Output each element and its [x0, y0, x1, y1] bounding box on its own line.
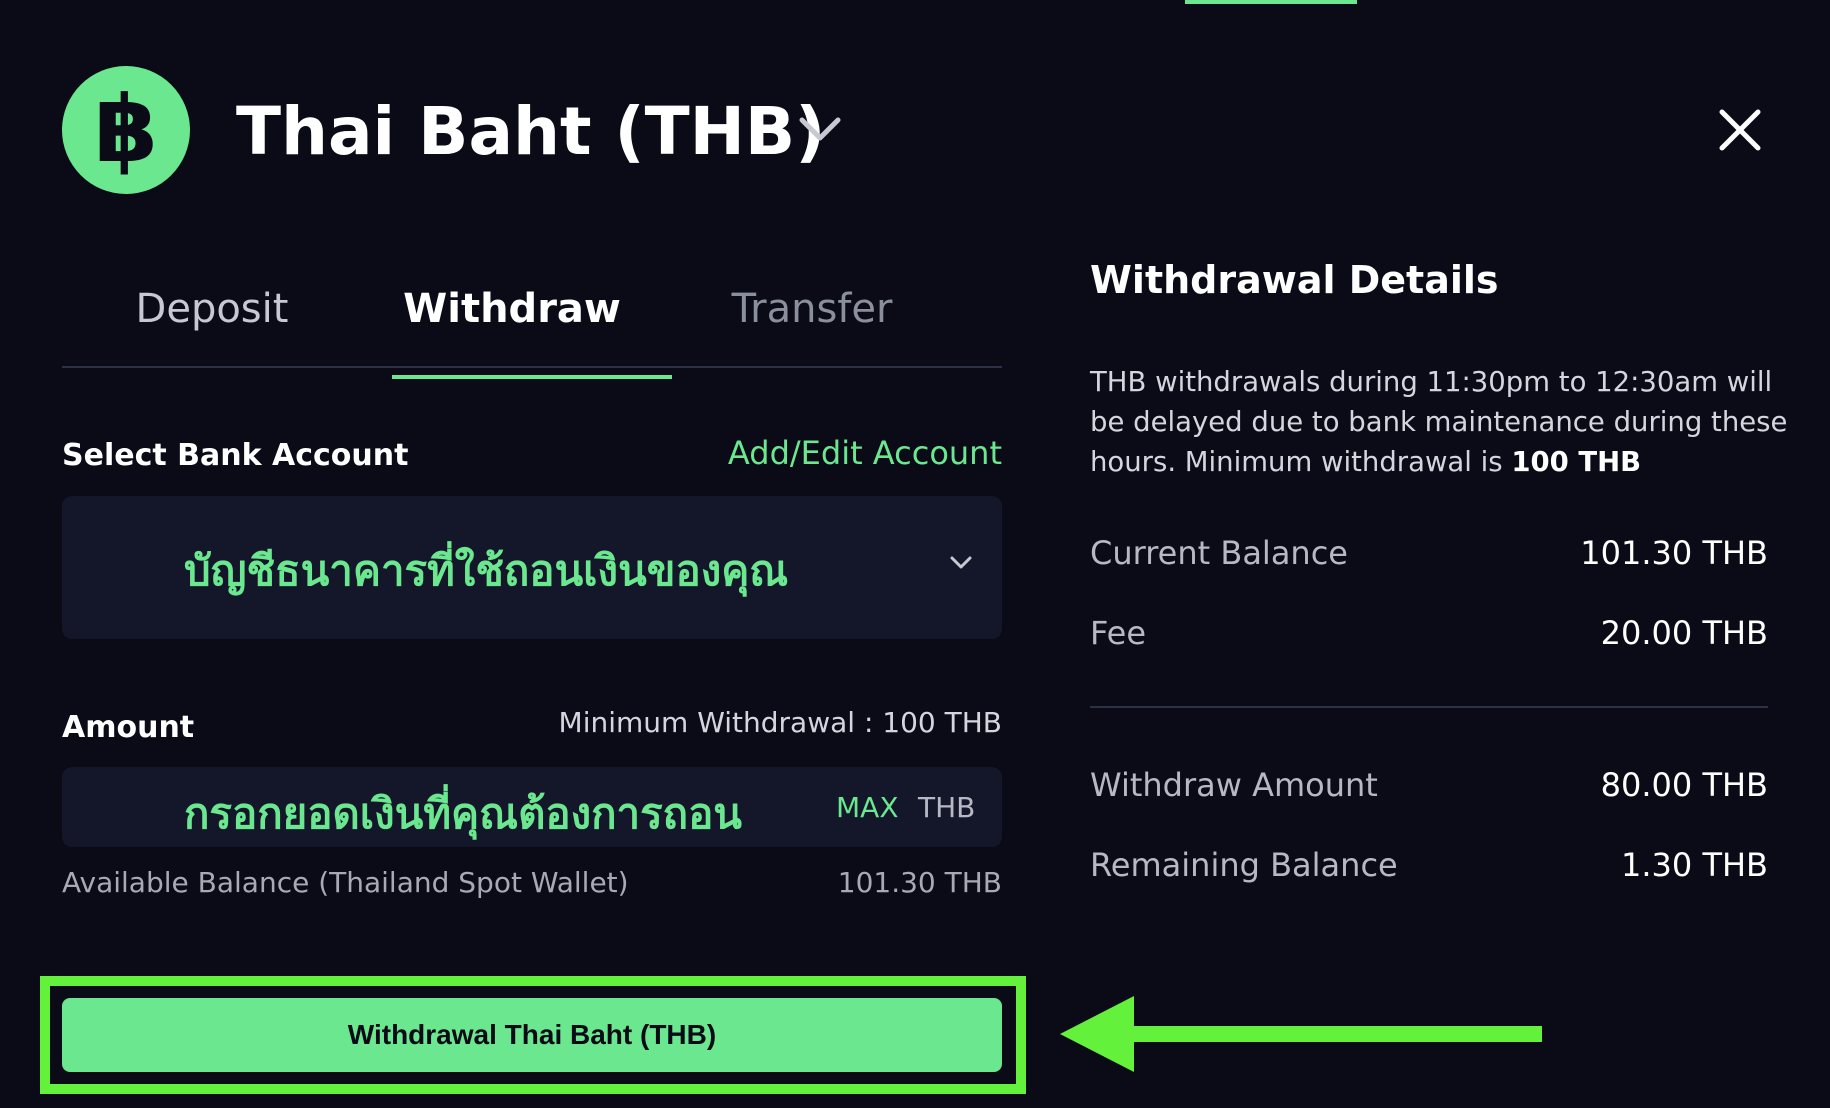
- amount-unit: THB: [918, 791, 976, 824]
- minimum-withdrawal-note: Minimum Withdrawal : 100 THB: [558, 706, 1002, 739]
- chevron-down-icon[interactable]: [796, 112, 844, 146]
- notice-minimum: 100 THB: [1511, 446, 1642, 478]
- top-accent-bar: [1185, 0, 1357, 4]
- withdraw-amount-label: Withdraw Amount: [1090, 766, 1378, 804]
- tab-withdraw[interactable]: Withdraw: [362, 262, 672, 379]
- bank-account-select[interactable]: บัญชีธนาคารที่ใช้ถอนเงินของคุณ: [62, 496, 1002, 639]
- tab-transfer[interactable]: Transfer: [662, 262, 962, 366]
- tab-deposit[interactable]: Deposit: [62, 262, 362, 366]
- bank-account-value: บัญชีธนาคารที่ใช้ถอนเงินของคุณ: [184, 546, 789, 595]
- available-balance-label: Available Balance (Thailand Spot Wallet): [62, 866, 629, 899]
- withdrawal-details-title: Withdrawal Details: [1090, 258, 1499, 302]
- remaining-balance-label: Remaining Balance: [1090, 846, 1398, 884]
- currency-title: Thai Baht (THB): [236, 93, 826, 170]
- maintenance-notice: THB withdrawals during 11:30pm to 12:30a…: [1090, 362, 1790, 482]
- current-balance-label: Current Balance: [1090, 534, 1348, 572]
- max-button[interactable]: MAX: [836, 791, 899, 824]
- current-balance-value: 101.30 THB: [1580, 534, 1768, 572]
- thb-coin-icon: ฿: [62, 66, 190, 194]
- details-divider: [1090, 706, 1768, 708]
- withdraw-amount-value: 80.00 THB: [1600, 766, 1768, 804]
- remaining-balance-value: 1.30 THB: [1621, 846, 1768, 884]
- fee-value: 20.00 THB: [1600, 614, 1768, 652]
- fee-label: Fee: [1090, 614, 1147, 652]
- add-edit-account-link[interactable]: Add/Edit Account: [728, 434, 1002, 472]
- close-icon[interactable]: [1716, 106, 1764, 154]
- available-balance-value: 101.30 THB: [837, 866, 1002, 899]
- amount-label: Amount: [62, 710, 195, 745]
- amount-input-text: กรอกยอดเงินที่คุณต้องการถอน: [184, 789, 743, 838]
- withdraw-submit-button[interactable]: Withdrawal Thai Baht (THB): [62, 998, 1002, 1072]
- tab-bar: Deposit Withdraw Transfer: [62, 262, 1002, 379]
- amount-input[interactable]: กรอกยอดเงินที่คุณต้องการถอน MAX THB: [62, 767, 1002, 847]
- arrow-left-icon: [1056, 994, 1552, 1074]
- chevron-down-icon: [946, 552, 976, 574]
- select-bank-label: Select Bank Account: [62, 438, 409, 473]
- notice-text: THB withdrawals during 11:30pm to 12:30a…: [1090, 366, 1788, 478]
- currency-symbol: ฿: [93, 76, 158, 183]
